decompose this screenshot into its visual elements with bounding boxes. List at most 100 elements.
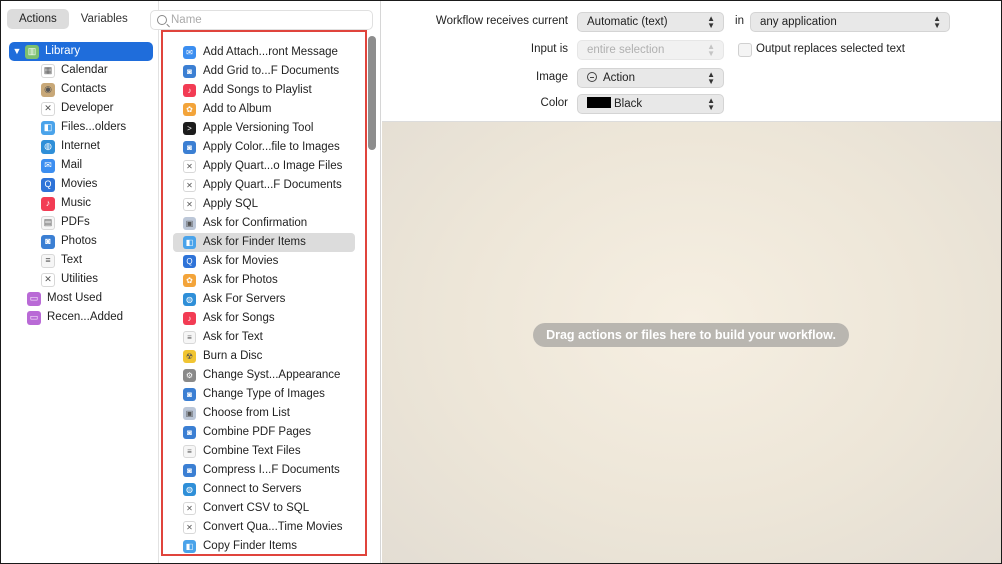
library-category-text[interactable]: ≡ Text — [9, 251, 153, 270]
smart-folder-1[interactable]: ▭ Recen...Added — [9, 308, 153, 327]
receives-popup[interactable]: Automatic (text) ▲ ▼ — [577, 12, 724, 32]
globe-icon: ◍ — [183, 483, 196, 496]
workflow-options: Workflow receives current Automatic (tex… — [382, 1, 1001, 122]
calendar-icon: ▦ — [41, 63, 55, 78]
action-item[interactable]: ✕ Convert CSV to SQL — [173, 499, 355, 518]
action-item[interactable]: ✕ Apply SQL — [173, 195, 355, 214]
action-item[interactable]: ☢ Burn a Disc — [173, 347, 355, 366]
action-item[interactable]: ◧ Ask for Finder Items — [173, 233, 355, 252]
application-value: any application — [760, 16, 837, 28]
color-swatch — [587, 97, 611, 108]
tab-variables[interactable]: Variables — [69, 9, 140, 29]
action-item[interactable]: ▣ Choose from List — [173, 404, 355, 423]
action-label: Ask for Songs — [203, 312, 275, 324]
action-item[interactable]: ⚙ Change Syst...Appearance — [173, 366, 355, 385]
chevron-updown-icon: ▲ ▼ — [707, 42, 715, 58]
action-item[interactable]: ♪ Add Songs to Playlist — [173, 81, 355, 100]
mail-icon: ✉ — [41, 158, 55, 173]
workflow-canvas[interactable]: Drag actions or files here to build your… — [382, 122, 1001, 563]
preview-icon: ◙ — [183, 141, 196, 154]
library-category-mail[interactable]: ✉ Mail — [9, 156, 153, 175]
library-category-music[interactable]: ♪ Music — [9, 194, 153, 213]
library-category-pdfs[interactable]: ▤ PDFs — [9, 213, 153, 232]
action-item[interactable]: ✕ Apply Quart...o Image Files — [173, 157, 355, 176]
library-category-photos[interactable]: ◙ Photos — [9, 232, 153, 251]
smart-folder-icon: ▭ — [27, 310, 41, 325]
utilities-icon: ✕ — [41, 272, 55, 287]
quicktime-icon: Q — [41, 177, 55, 192]
action-item[interactable]: ✕ Apply Quart...F Documents — [173, 176, 355, 195]
workflow-pane: Workflow receives current Automatic (tex… — [382, 1, 1001, 563]
library-category-utilities[interactable]: ✕ Utilities — [9, 270, 153, 289]
library-category-internet[interactable]: ◍ Internet — [9, 137, 153, 156]
action-item[interactable]: ✿ Add to Album — [173, 100, 355, 119]
text-icon: ≡ — [183, 331, 196, 344]
tab-actions[interactable]: Actions — [7, 9, 69, 29]
photos-icon: ✿ — [183, 274, 196, 287]
library-category-label: Developer — [61, 102, 114, 114]
action-item[interactable]: > Apple Versioning Tool — [173, 119, 355, 138]
text-icon: ≡ — [183, 445, 196, 458]
library-category-label: Utilities — [61, 273, 99, 285]
library-category-developer[interactable]: ✕ Developer — [9, 99, 153, 118]
input-popup[interactable]: entire selection ▲ ▼ — [577, 40, 724, 60]
drop-hint: Drag actions or files here to build your… — [533, 323, 849, 347]
pane-tabs: Actions Variables — [7, 9, 140, 29]
library-category-label: Calendar — [61, 64, 108, 76]
actions-list: ✉ Add Attach...ront Message ◙ Add Grid to..… — [173, 43, 355, 556]
library-category-calendar[interactable]: ▦ Calendar — [9, 61, 153, 80]
image-popup[interactable]: Action ▲ ▼ — [577, 68, 724, 88]
music-icon: ♪ — [183, 84, 196, 97]
action-item[interactable]: ✿ Ask for Photos — [173, 271, 355, 290]
action-item[interactable]: ◍ Ask For Servers — [173, 290, 355, 309]
action-item[interactable]: Q Ask for Movies — [173, 252, 355, 271]
tools-icon: ✕ — [183, 521, 196, 534]
tools-icon: ✕ — [183, 179, 196, 192]
action-item[interactable]: ✕ Convert Qua...Time Movies — [173, 518, 355, 537]
text-icon: ≡ — [41, 253, 55, 268]
action-item[interactable]: ≡ Ask for Text — [173, 328, 355, 347]
action-label: Apply Quart...F Documents — [203, 179, 342, 191]
action-item[interactable]: ♪ Ask for Songs — [173, 309, 355, 328]
color-popup[interactable]: Black ▲ ▼ — [577, 94, 724, 114]
action-item[interactable]: ◙ Change Type of Images — [173, 385, 355, 404]
finder-icon: ◧ — [41, 120, 55, 135]
library-category-files-olders[interactable]: ◧ Files...olders — [9, 118, 153, 137]
action-item[interactable]: ◙ Compress I...F Documents — [173, 461, 355, 480]
action-item[interactable]: ◙ Combine PDF Pages — [173, 423, 355, 442]
chevron-down-icon[interactable]: ▼ — [9, 42, 25, 61]
color-value: Black — [614, 98, 643, 110]
action-item[interactable]: ▣ Ask for Confirmation — [173, 214, 355, 233]
terminal-icon: > — [183, 122, 196, 135]
actions-scrollbar[interactable] — [368, 36, 376, 150]
smart-folder-label: Recen...Added — [47, 311, 124, 323]
mail-icon: ✉ — [183, 46, 196, 59]
library-root-label: Library — [45, 45, 81, 57]
output-replaces-checkbox[interactable] — [738, 43, 752, 57]
in-label: in — [735, 15, 744, 27]
search-input[interactable]: Name — [150, 10, 373, 30]
library-root[interactable]: ▼ ▥ Library — [9, 42, 153, 61]
globe-icon: ◍ — [41, 139, 55, 154]
library-category-contacts[interactable]: ◉ Contacts — [9, 80, 153, 99]
action-icon — [587, 72, 597, 82]
application-popup[interactable]: any application ▲ ▼ — [750, 12, 950, 32]
library-category-movies[interactable]: Q Movies — [9, 175, 153, 194]
preview-icon: ◙ — [183, 464, 196, 477]
action-item[interactable]: ◙ Add Grid to...F Documents — [173, 62, 355, 81]
action-label: Change Syst...Appearance — [203, 369, 341, 381]
smart-folder-icon: ▭ — [27, 291, 41, 306]
automator-window: Actions Variables ▼ ▥ Library ▦ Calendar ◉ Con… — [0, 0, 1002, 564]
action-label: Ask For Servers — [203, 293, 286, 305]
action-item[interactable]: ≡ Combine Text Files — [173, 442, 355, 461]
smart-folder-0[interactable]: ▭ Most Used — [9, 289, 153, 308]
input-label: Input is — [530, 43, 568, 55]
action-item[interactable]: ◙ Apply Color...file to Images — [173, 138, 355, 157]
input-value: entire selection — [587, 44, 665, 56]
action-item[interactable]: ◍ Connect to Servers — [173, 480, 355, 499]
action-item[interactable]: ◧ Copy Finder Items — [173, 537, 355, 556]
photos-icon: ✿ — [183, 103, 196, 116]
action-label: Add to Album — [203, 103, 272, 115]
output-replaces-label: Output replaces selected text — [756, 43, 905, 55]
action-item[interactable]: ✉ Add Attach...ront Message — [173, 43, 355, 62]
